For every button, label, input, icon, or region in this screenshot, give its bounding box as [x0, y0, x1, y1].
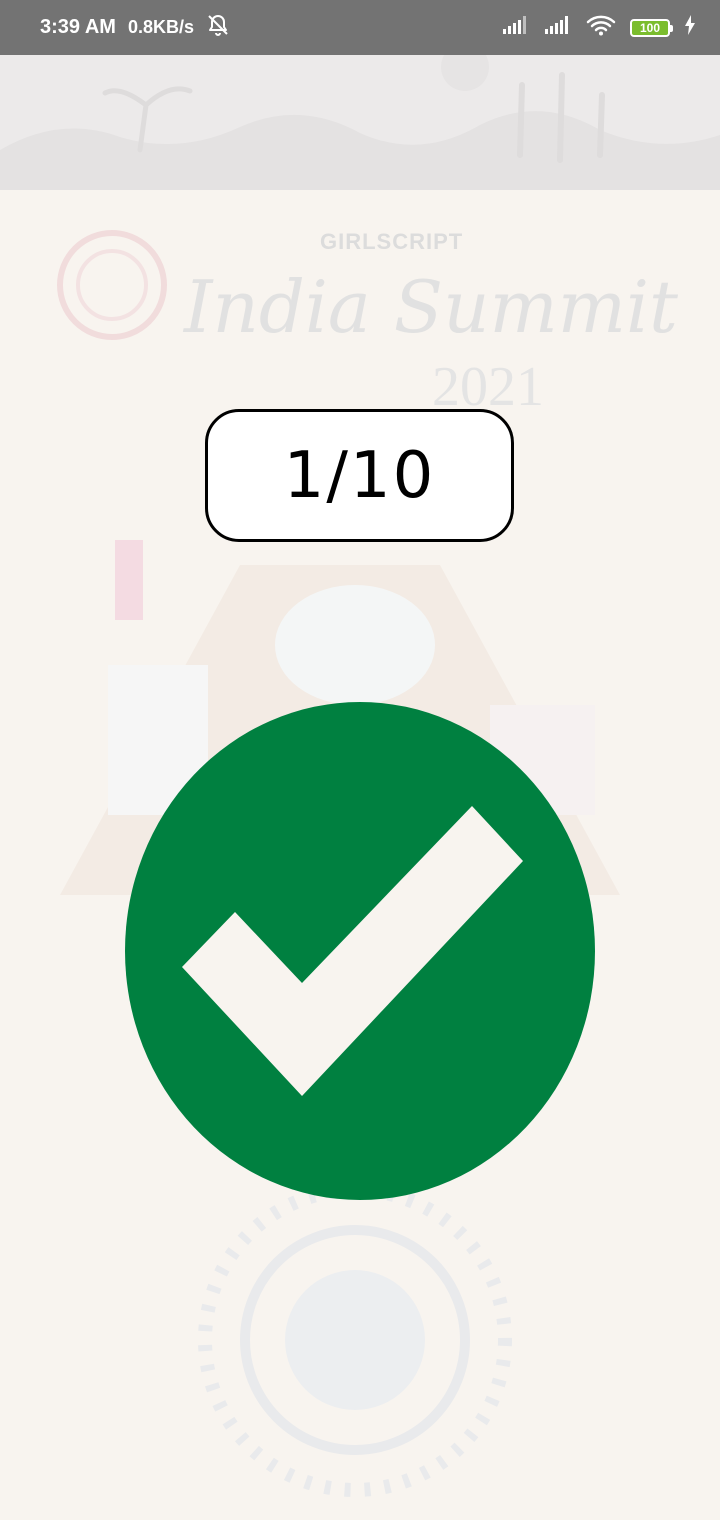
status-right-group: 100: [502, 14, 696, 41]
status-bar: 3:39 AM 0.8KB/s 100: [0, 0, 720, 55]
status-time: 3:39 AM: [40, 16, 116, 38]
network-speed: 0.8KB/s: [127, 17, 194, 37]
question-progress: 1/10: [283, 438, 436, 513]
alarm-off-icon: [206, 13, 230, 42]
background-landscape-band: [0, 43, 720, 190]
signal-icon: [502, 15, 530, 40]
emblem-icon: [57, 230, 167, 340]
battery-icon: 100: [630, 18, 673, 37]
status-left-group: 3:39 AM 0.8KB/s: [40, 13, 230, 42]
mandala-icon: [198, 1183, 512, 1497]
check-circle-icon: [125, 702, 595, 1200]
wifi-icon: [586, 14, 616, 41]
background-brand: GIRLSCRIPT: [320, 229, 464, 254]
battery-level: 100: [639, 20, 661, 35]
signal-icon: [544, 15, 572, 40]
charging-icon: [684, 15, 696, 40]
background-title: India Summit: [184, 265, 678, 349]
question-counter-badge: 1/10: [205, 409, 514, 542]
